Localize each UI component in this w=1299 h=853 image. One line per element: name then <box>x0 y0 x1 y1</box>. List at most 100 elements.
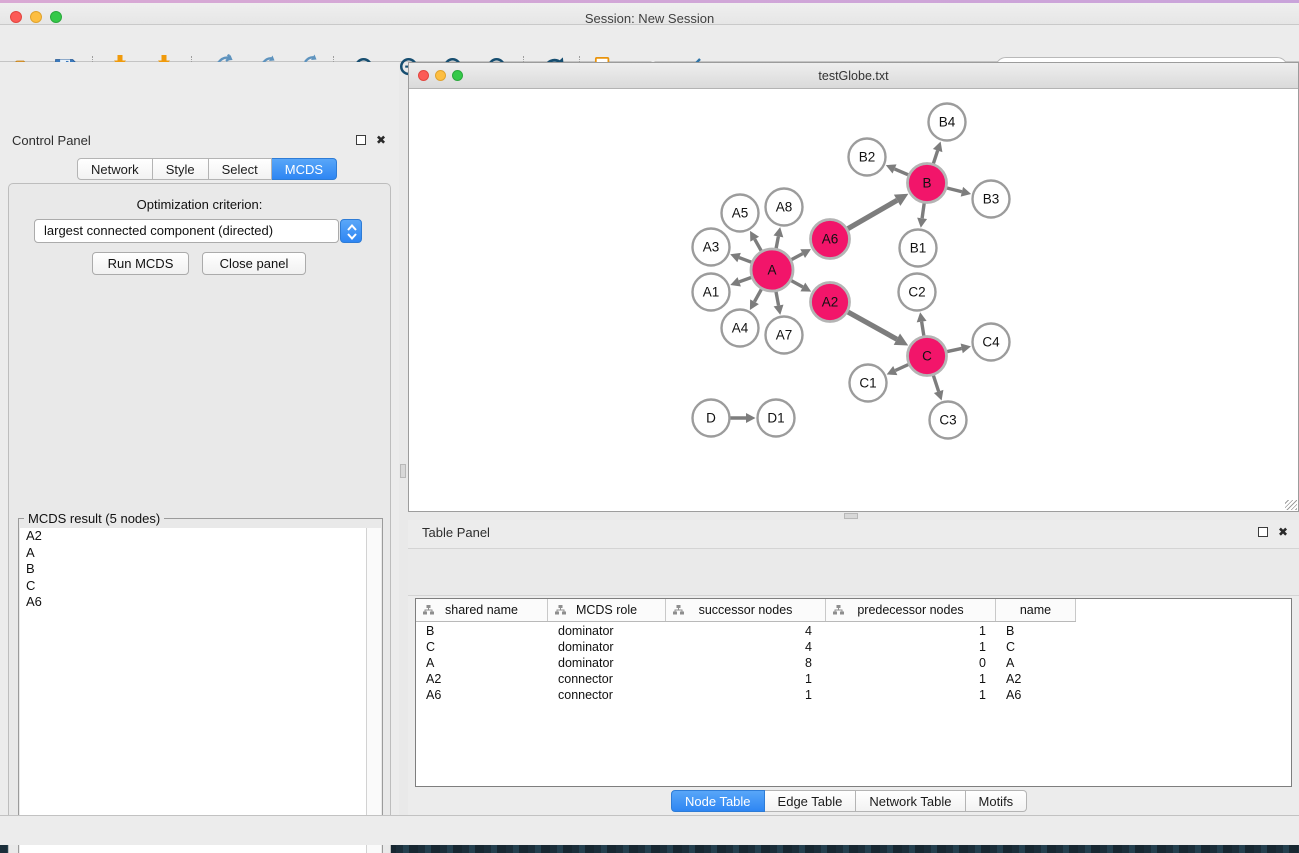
table-cell: 8 <box>666 655 826 671</box>
mcds-result-item[interactable]: A <box>20 545 381 562</box>
table-cell: B <box>996 623 1076 639</box>
graph-edge[interactable] <box>790 280 811 291</box>
tab-network-table[interactable]: Network Table <box>856 790 965 812</box>
table-cell: dominator <box>548 655 666 671</box>
tab-edge-table[interactable]: Edge Table <box>765 790 857 812</box>
tab-motifs[interactable]: Motifs <box>966 790 1028 812</box>
horizontal-split-handle[interactable] <box>844 513 858 519</box>
graph-edge[interactable] <box>887 364 910 375</box>
graph-node-D1[interactable]: D1 <box>758 400 795 437</box>
tab-mcds[interactable]: MCDS <box>272 158 337 180</box>
close-panel-button[interactable]: Close panel <box>202 252 306 275</box>
graph-edge[interactable] <box>946 344 971 354</box>
graph-node-label: A8 <box>776 200 793 215</box>
run-mcds-button[interactable]: Run MCDS <box>92 252 189 275</box>
mcds-result-list[interactable]: A2ABCA6 <box>20 528 381 853</box>
tab-style[interactable]: Style <box>153 158 209 180</box>
graph-node-B[interactable]: B <box>908 164 947 203</box>
table-row[interactable]: A6connector11A6 <box>416 687 1291 703</box>
result-list-scrollbar[interactable] <box>366 528 381 853</box>
column-header-0[interactable]: shared name <box>416 599 548 621</box>
table-row[interactable]: Adominator80A <box>416 655 1291 671</box>
column-header-4[interactable]: name <box>996 599 1076 621</box>
graph-edge[interactable] <box>933 375 943 401</box>
column-header-2[interactable]: successor nodes <box>666 599 826 621</box>
graph-node-A5[interactable]: A5 <box>722 195 759 232</box>
graph-edge[interactable] <box>774 291 784 315</box>
table-row[interactable]: Bdominator41B <box>416 623 1291 639</box>
graph-node-label: D <box>706 411 716 426</box>
graph-node-A6[interactable]: A6 <box>811 220 850 259</box>
network-view-window: testGlobe.txt AA1A2A3A4A5A6A7A8BB1B2B3B4… <box>408 62 1299 512</box>
graph-node-label: B4 <box>939 115 956 130</box>
graph-edge[interactable] <box>773 227 783 249</box>
dropdown-stepper-icon[interactable] <box>340 219 362 243</box>
table-panel-close-icon[interactable]: ✖ <box>1278 526 1288 538</box>
graph-edge[interactable] <box>886 164 909 175</box>
table-cell: A <box>996 655 1076 671</box>
graph-edge[interactable] <box>750 231 762 252</box>
network-graph[interactable]: A A1 A2 A3 A4 A5 A6 A7 A8 B B1 B2 B3 B4 C C1 C2 C3 C4 D D1 <box>409 89 1298 511</box>
graph-node-label: A6 <box>822 232 839 247</box>
graph-node-A1[interactable]: A1 <box>693 274 730 311</box>
graph-node-A3[interactable]: A3 <box>693 229 730 266</box>
close-panel-icon[interactable]: ✖ <box>376 134 386 146</box>
tab-node-table[interactable]: Node Table <box>671 790 765 812</box>
main-toolbar <box>0 25 1299 62</box>
graph-node-A4[interactable]: A4 <box>722 310 759 347</box>
graph-node-C3[interactable]: C3 <box>930 402 967 439</box>
mcds-result-item[interactable]: B <box>20 561 381 578</box>
table-cell: A <box>416 655 548 671</box>
tab-network[interactable]: Network <box>77 158 153 180</box>
graph-node-A2[interactable]: A2 <box>811 283 850 322</box>
graph-node-A7[interactable]: A7 <box>766 317 803 354</box>
vertical-split-handle[interactable] <box>400 464 406 478</box>
column-header-3[interactable]: predecessor nodes <box>826 599 996 621</box>
criterion-dropdown[interactable]: largest connected component (directed) <box>34 219 356 243</box>
window-resize-grip[interactable] <box>1285 500 1297 510</box>
float-panel-icon[interactable] <box>356 135 366 145</box>
table-body: Bdominator41BCdominator41CAdominator80AA… <box>416 623 1291 703</box>
graph-node-A8[interactable]: A8 <box>766 189 803 226</box>
mcds-result-item[interactable]: C <box>20 578 381 595</box>
graph-edge[interactable] <box>730 413 756 423</box>
mcds-result-item[interactable]: A6 <box>20 594 381 611</box>
graph-node-B1[interactable]: B1 <box>900 230 937 267</box>
network-canvas[interactable]: A A1 A2 A3 A4 A5 A6 A7 A8 B B1 B2 B3 B4 C C1 C2 C3 C4 D D1 <box>409 89 1298 511</box>
table-panel-float-icon[interactable] <box>1258 527 1268 537</box>
graph-node-C1[interactable]: C1 <box>850 365 887 402</box>
table-cell: B <box>416 623 548 639</box>
table-row[interactable]: A2connector11A2 <box>416 671 1291 687</box>
column-header-1[interactable]: MCDS role <box>548 599 666 621</box>
table-cell: connector <box>548 687 666 703</box>
control-panel-tabs: Network Style Select MCDS <box>77 158 337 180</box>
graph-edge[interactable] <box>847 194 908 230</box>
table-cell: 1 <box>826 639 996 655</box>
graph-node-B3[interactable]: B3 <box>973 181 1010 218</box>
graph-edge[interactable] <box>917 202 927 227</box>
graph-edge[interactable] <box>933 141 943 164</box>
tab-select[interactable]: Select <box>209 158 272 180</box>
graph-edge[interactable] <box>946 187 971 197</box>
graph-node-A[interactable]: A <box>751 249 793 291</box>
table-row[interactable]: Cdominator41C <box>416 639 1291 655</box>
graph-node-B2[interactable]: B2 <box>849 139 886 176</box>
window-title: Session: New Session <box>0 11 1299 26</box>
graph-edge[interactable] <box>917 312 927 336</box>
graph-edge[interactable] <box>750 288 762 310</box>
mcds-result-item[interactable]: A2 <box>20 528 381 545</box>
graph-edge[interactable] <box>791 249 812 260</box>
graph-node-C[interactable]: C <box>908 337 947 376</box>
graph-node-C2[interactable]: C2 <box>899 274 936 311</box>
graph-edge[interactable] <box>730 277 752 286</box>
graph-edge[interactable] <box>847 311 908 345</box>
criterion-dropdown-value[interactable]: largest connected component (directed) <box>34 219 339 243</box>
graph-node-B4[interactable]: B4 <box>929 104 966 141</box>
table-cell: dominator <box>548 639 666 655</box>
graph-edge[interactable] <box>730 253 752 263</box>
column-header-label: successor nodes <box>699 603 793 617</box>
graph-node-C4[interactable]: C4 <box>973 324 1010 361</box>
graph-node-label: A <box>767 263 776 278</box>
graph-node-D[interactable]: D <box>693 400 730 437</box>
graph-node-label: B <box>922 176 931 191</box>
